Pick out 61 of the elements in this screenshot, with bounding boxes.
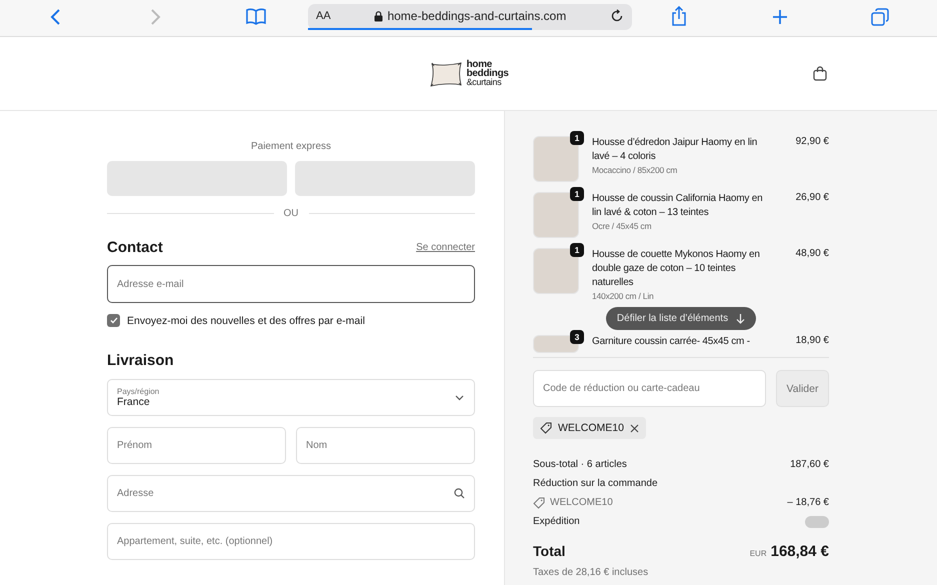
checkbox-label: Envoyez-moi des nouvelles et des offres par e-mail xyxy=(127,314,365,326)
line-label: Expédition xyxy=(533,516,580,527)
apply-button[interactable]: Valider xyxy=(776,370,829,407)
tag-icon xyxy=(533,496,545,508)
product-variant: Mocaccino / 85x200 cm xyxy=(592,164,678,176)
shopping-bag-icon[interactable] xyxy=(813,66,827,81)
url-text[interactable]: home-beddings-and-curtains.com xyxy=(387,9,566,23)
close-icon[interactable] xyxy=(630,424,639,432)
search-icon xyxy=(454,488,465,499)
loading-placeholder xyxy=(805,516,829,528)
product-variant: 140x200 cm / Lin xyxy=(592,290,655,302)
product-title: Housse d’édredon Jaipur Haomy en lin lavé – 4 coloris xyxy=(592,136,758,164)
product-title: Garniture coussin carrée- 45x45 cm - xyxy=(592,335,751,349)
line-amount: – 18,76 € xyxy=(787,497,829,508)
plus-icon[interactable] xyxy=(771,8,789,26)
input-field[interactable]: Appartement, suite, etc. (optionnel) xyxy=(107,523,475,560)
line-label: Sous-total · 6 articles xyxy=(533,459,627,470)
divider-label: OU xyxy=(284,208,298,219)
line-label: Réduction sur la commande xyxy=(533,478,658,489)
section-heading: Contact xyxy=(107,239,163,256)
product-price: 92,90 € xyxy=(794,136,829,149)
scroll-hint-button[interactable]: Défiler la liste d’éléments xyxy=(606,307,756,330)
chevron-down-icon xyxy=(455,395,464,401)
login-link[interactable]: Se connecter xyxy=(416,242,475,253)
discount-code-field[interactable]: Code de réduction ou carte-cadeau xyxy=(533,370,766,407)
discount-code: WELCOME10 xyxy=(550,497,613,508)
store-logo[interactable]: home beddings &curtains xyxy=(428,60,509,88)
share-icon[interactable] xyxy=(671,6,687,26)
tag-icon xyxy=(540,422,552,434)
checkmark-icon xyxy=(110,317,118,324)
discount-code: WELCOME10 xyxy=(558,422,624,434)
quantity-badge: 1 xyxy=(570,131,584,145)
total-label: Total xyxy=(533,543,566,559)
product-title: Housse de couette Mykonos Haomy en double gaze de coton – 10 teintes naturelles xyxy=(592,248,761,290)
product-variant: Ocre / 45x45 cm xyxy=(592,220,652,232)
tabs-icon[interactable] xyxy=(871,8,889,26)
currency-label: EUR xyxy=(750,549,767,558)
address-field[interactable]: Adresse xyxy=(107,475,475,512)
checkbox[interactable] xyxy=(107,314,120,327)
country-select[interactable]: Pays/région France xyxy=(107,379,475,416)
product-price: 48,90 € xyxy=(794,248,829,261)
back-icon[interactable] xyxy=(50,8,62,26)
product-title: Housse de coussin California Haomy en lin lavé & coton – 13 teintes xyxy=(592,192,764,220)
quantity-badge: 3 xyxy=(570,330,584,344)
reload-icon[interactable] xyxy=(610,9,624,23)
input-field[interactable]: Prénom xyxy=(107,427,286,464)
product-price: 18,90 € xyxy=(794,335,829,348)
quantity-badge: 1 xyxy=(570,243,584,257)
line-amount: 187,60 € xyxy=(790,459,829,470)
quantity-badge: 1 xyxy=(570,187,584,201)
section-heading: Livraison xyxy=(107,352,175,369)
email-field[interactable]: Adresse e-mail xyxy=(107,265,475,303)
text-size-button[interactable]: AA xyxy=(316,10,331,22)
tax-note: Taxes de 28,16 € incluses xyxy=(533,567,650,578)
express-checkout-label: Paiement express xyxy=(250,141,332,152)
total-amount: 168,84 € xyxy=(770,543,829,560)
lock-icon xyxy=(374,10,384,22)
book-icon[interactable] xyxy=(246,8,266,26)
input-field[interactable]: Nom xyxy=(296,427,475,464)
arrow-down-icon xyxy=(736,314,746,324)
product-price: 26,90 € xyxy=(794,192,829,205)
